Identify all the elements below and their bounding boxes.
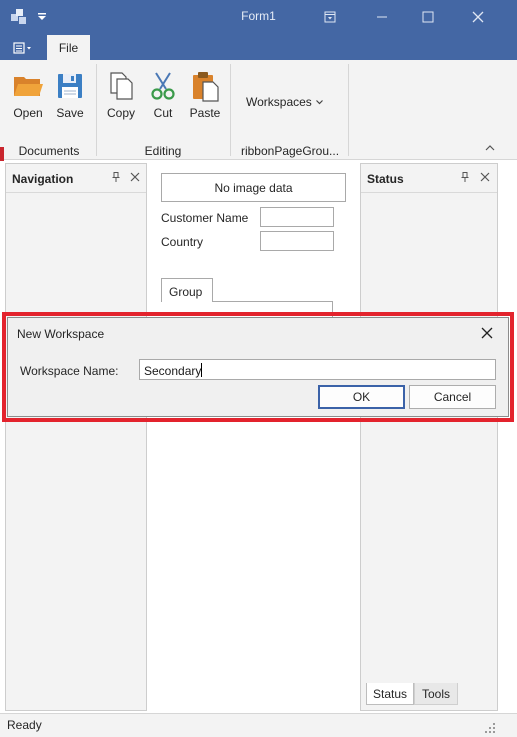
- group-caption-editing: Editing: [144, 144, 182, 158]
- workspaces-label: Workspaces: [246, 95, 312, 109]
- copy-icon: [110, 72, 133, 100]
- cut-label: Cut: [153, 106, 173, 120]
- cancel-button[interactable]: Cancel: [409, 385, 496, 409]
- dialog-close-button[interactable]: [478, 324, 496, 342]
- workspace-name-label: Workspace Name:: [20, 364, 119, 378]
- clipboard-paste-icon: [193, 72, 219, 102]
- copy-label: Copy: [106, 106, 135, 120]
- navigation-panel-title: Navigation: [12, 172, 74, 186]
- new-workspace-dialog: New Workspace Workspace Name: Secondary …: [7, 317, 509, 417]
- maximize-button[interactable]: [406, 0, 450, 33]
- ribbon-page: Open Save Documents Copy Cut Paste Editi…: [0, 60, 517, 160]
- tab-group[interactable]: Group: [161, 278, 213, 302]
- pin-icon[interactable]: [458, 171, 472, 185]
- open-label: Open: [13, 106, 43, 120]
- group-separator: [348, 64, 349, 156]
- save-button[interactable]: Save: [48, 68, 92, 128]
- left-accent-marker: [0, 147, 4, 161]
- text-caret: [201, 363, 203, 377]
- status-text: Ready: [7, 718, 42, 732]
- pin-icon[interactable]: [109, 171, 123, 185]
- navigation-panel: Navigation: [5, 163, 147, 711]
- ribbon-tab-row: File: [0, 33, 517, 60]
- paste-label: Paste: [189, 106, 221, 120]
- customer-name-label: Customer Name: [161, 211, 249, 225]
- workspaces-dropdown-button[interactable]: Workspaces: [246, 93, 332, 111]
- tab-status[interactable]: Status: [366, 683, 414, 705]
- status-bar: Ready: [0, 713, 517, 737]
- dialog-title: New Workspace: [17, 327, 105, 341]
- group-separator: [96, 64, 97, 156]
- group-separator: [230, 64, 231, 156]
- tab-file[interactable]: File: [47, 35, 90, 60]
- size-grip-icon[interactable]: [484, 722, 496, 734]
- ok-button[interactable]: OK: [318, 385, 405, 409]
- workspace-name-input[interactable]: Secondary: [139, 359, 496, 380]
- close-panel-icon[interactable]: [478, 171, 492, 185]
- close-window-button[interactable]: [456, 0, 500, 33]
- open-button[interactable]: Open: [6, 68, 50, 128]
- workspace-name-value: Secondary: [144, 364, 202, 378]
- group-caption-ribbonpagegroup: ribbonPageGrou...: [240, 144, 340, 158]
- restore-ribbon-button[interactable]: [308, 0, 352, 33]
- minimize-button[interactable]: [360, 0, 404, 33]
- status-panel-title: Status: [367, 172, 404, 186]
- copy-button[interactable]: Copy: [99, 68, 143, 128]
- group-caption-documents: Documents: [18, 144, 80, 158]
- chevron-down-icon: [315, 100, 323, 105]
- tab-tools[interactable]: Tools: [414, 683, 458, 705]
- floppy-disk-icon: [58, 74, 82, 98]
- image-placeholder[interactable]: No image data: [161, 173, 346, 202]
- scissors-icon: [151, 72, 175, 100]
- country-label: Country: [161, 235, 204, 249]
- paste-button[interactable]: Paste: [183, 68, 227, 128]
- panel-header-divider: [361, 192, 497, 193]
- title-bar: Form1: [0, 0, 517, 33]
- folder-open-icon: [14, 77, 43, 96]
- close-panel-icon[interactable]: [128, 171, 142, 185]
- collapse-ribbon-chevron-icon[interactable]: [484, 142, 496, 154]
- application-menu-button[interactable]: [3, 36, 43, 60]
- close-icon: [481, 327, 493, 339]
- country-input[interactable]: [260, 231, 334, 251]
- group-border: [213, 301, 333, 302]
- customer-name-input[interactable]: [260, 207, 334, 227]
- panel-header-divider: [6, 192, 146, 193]
- status-panel: Status: [360, 163, 498, 711]
- cut-button[interactable]: Cut: [141, 68, 185, 128]
- save-label: Save: [56, 106, 84, 120]
